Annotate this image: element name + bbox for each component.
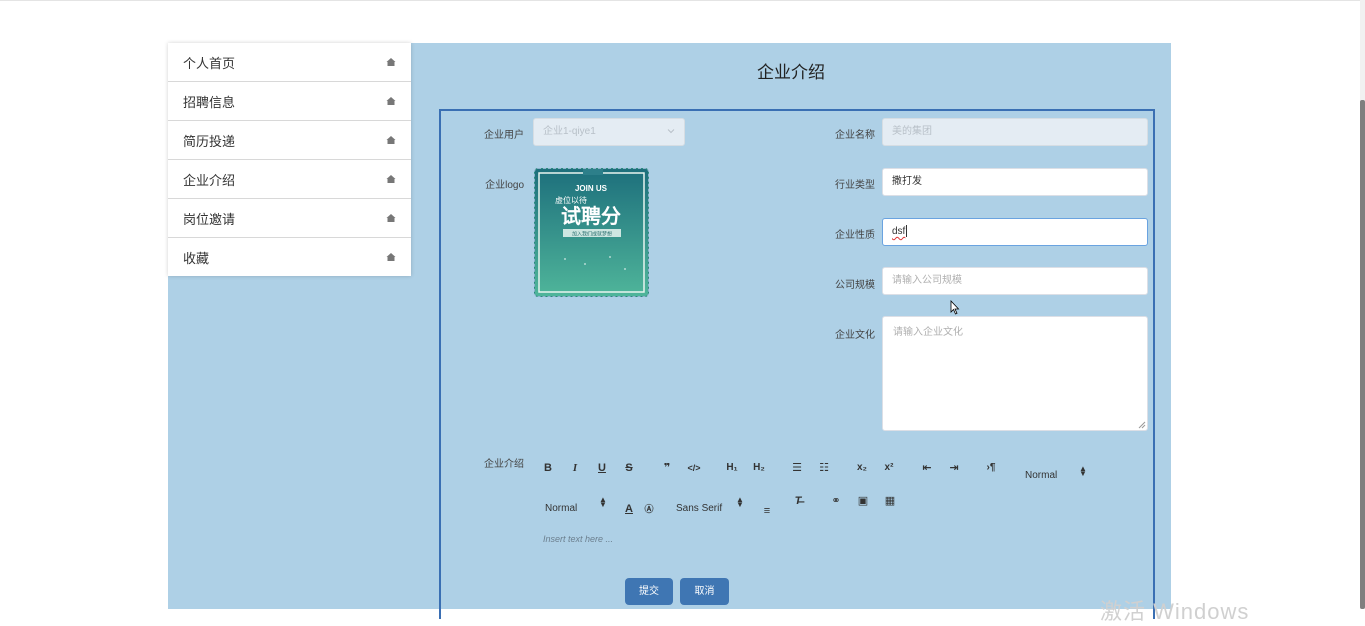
company-size-field[interactable]: 请输入公司规模 [882, 267, 1148, 295]
home-icon [386, 214, 396, 222]
company-intro-label: 企业介绍 [484, 459, 524, 470]
activation-watermark: 激活 Windows [1100, 599, 1250, 624]
size-select[interactable]: Normal ▲ ▼ [545, 496, 607, 515]
company-nature-field[interactable]: dsf [882, 218, 1148, 246]
logo-text-big: 试聘分 [561, 204, 621, 228]
indent-icon[interactable]: ⇥ [945, 459, 963, 477]
company-size-label: 公司规模 [835, 280, 875, 291]
size-select-value: Normal [545, 503, 578, 514]
company-nature-value: dsf [892, 226, 906, 237]
background-color-icon[interactable]: Ⓐ [640, 500, 658, 518]
header-select[interactable]: Normal ▲ ▼ [1025, 465, 1091, 482]
video-icon[interactable]: ▦ [881, 492, 899, 510]
ordered-list-icon[interactable]: ☰ [788, 459, 806, 477]
company-name-field[interactable]: 美的集团 [882, 118, 1148, 146]
sidebar-item-home[interactable]: 个人首页 [168, 43, 411, 82]
home-icon [386, 97, 396, 105]
strikethrough-icon[interactable]: S [620, 459, 638, 477]
rich-text-editor: B I U S ❞ </> H₁ H₂ ☰ ☷ x₂ x² ⇤ ⇥ ›¶ Nor… [533, 450, 1147, 558]
sidebar-item-jobs[interactable]: 招聘信息 [168, 82, 411, 121]
industry-type-label: 行业类型 [835, 180, 875, 191]
sidebar-item-label: 岗位邀请 [183, 211, 236, 227]
font-select[interactable]: Sans Serif ▲ ▼ [676, 496, 746, 515]
sidebar-item-company[interactable]: 企业介绍 [168, 160, 411, 199]
italic-icon[interactable]: I [566, 459, 584, 477]
industry-type-field[interactable]: 撒打发 [882, 168, 1148, 196]
outdent-icon[interactable]: ⇤ [918, 459, 936, 477]
sidebar-item-label: 收藏 [183, 250, 210, 266]
sidebar-menu: 个人首页 招聘信息 简历投递 企业介绍 岗位邀请 收藏 [168, 43, 411, 276]
company-logo-upload[interactable]: JOIN US 虚位以待 试聘分 加入我们成就梦想 [534, 168, 649, 297]
company-culture-textarea[interactable]: 请输入企业文化 [882, 316, 1148, 431]
underline-icon[interactable]: U [593, 459, 611, 477]
font-color-icon[interactable]: A [620, 500, 638, 518]
company-user-label: 企业用户 [484, 130, 524, 141]
chevron-down-icon [667, 129, 675, 134]
sidebar-item-label: 简历投递 [183, 133, 236, 149]
superscript-icon[interactable]: x² [880, 459, 898, 477]
code-block-icon[interactable]: </> [685, 459, 703, 477]
heading1-icon[interactable]: H₁ [723, 459, 741, 477]
company-logo-label: 企业logo [485, 180, 524, 191]
home-icon [386, 175, 396, 183]
company-culture-label: 企业文化 [835, 330, 875, 341]
select-arrows-icon: ▲ ▼ [599, 495, 607, 509]
select-arrows-icon: ▲ ▼ [736, 495, 744, 509]
select-arrows-icon: ▲ ▼ [1079, 464, 1087, 478]
sidebar-item-label: 招聘信息 [183, 94, 236, 110]
resize-grip-icon[interactable] [1138, 421, 1146, 429]
align-icon[interactable]: ≡ [758, 502, 776, 520]
sidebar-item-label: 企业介绍 [183, 172, 236, 188]
header-select-value: Normal [1025, 470, 1058, 481]
logo-text-top: JOIN US [575, 184, 608, 193]
text-caret [906, 225, 908, 238]
home-icon [386, 136, 396, 144]
logo-text-sub: 加入我们成就梦想 [572, 231, 612, 238]
home-icon [386, 58, 396, 66]
scrollbar-thumb[interactable] [1360, 100, 1365, 609]
company-culture-placeholder: 请输入企业文化 [893, 327, 963, 338]
sidebar-item-label: 个人首页 [183, 55, 236, 71]
blockquote-icon[interactable]: ❞ [658, 459, 676, 477]
link-icon[interactable]: ⚭ [827, 492, 845, 510]
image-icon[interactable]: ▣ [854, 492, 872, 510]
editor-placeholder[interactable]: Insert text here ... [543, 534, 613, 544]
cancel-button[interactable]: 取消 [680, 578, 729, 605]
page-title: 企业介绍 [757, 63, 825, 82]
heading2-icon[interactable]: H₂ [750, 459, 768, 477]
submit-button[interactable]: 提交 [625, 578, 673, 605]
bold-icon[interactable]: B [539, 459, 557, 477]
sidebar-item-favorites[interactable]: 收藏 [168, 238, 411, 276]
subscript-icon[interactable]: x₂ [853, 459, 871, 477]
font-select-value: Sans Serif [676, 503, 723, 514]
top-divider [0, 0, 1365, 1]
home-icon [386, 253, 396, 261]
company-logo-image: JOIN US 虚位以待 试聘分 加入我们成就梦想 [535, 169, 648, 296]
company-user-value: 企业1-qiye1 [543, 126, 596, 137]
sidebar-item-invites[interactable]: 岗位邀请 [168, 199, 411, 238]
bullet-list-icon[interactable]: ☷ [815, 459, 833, 477]
company-nature-label: 企业性质 [835, 230, 875, 241]
text-direction-icon[interactable]: ›¶ [982, 459, 1000, 477]
mouse-cursor-icon [950, 300, 960, 315]
sidebar-item-resume[interactable]: 简历投递 [168, 121, 411, 160]
company-user-select[interactable]: 企业1-qiye1 [533, 118, 685, 146]
clear-format-icon[interactable]: T̶ [789, 492, 807, 510]
company-name-label: 企业名称 [835, 130, 875, 141]
